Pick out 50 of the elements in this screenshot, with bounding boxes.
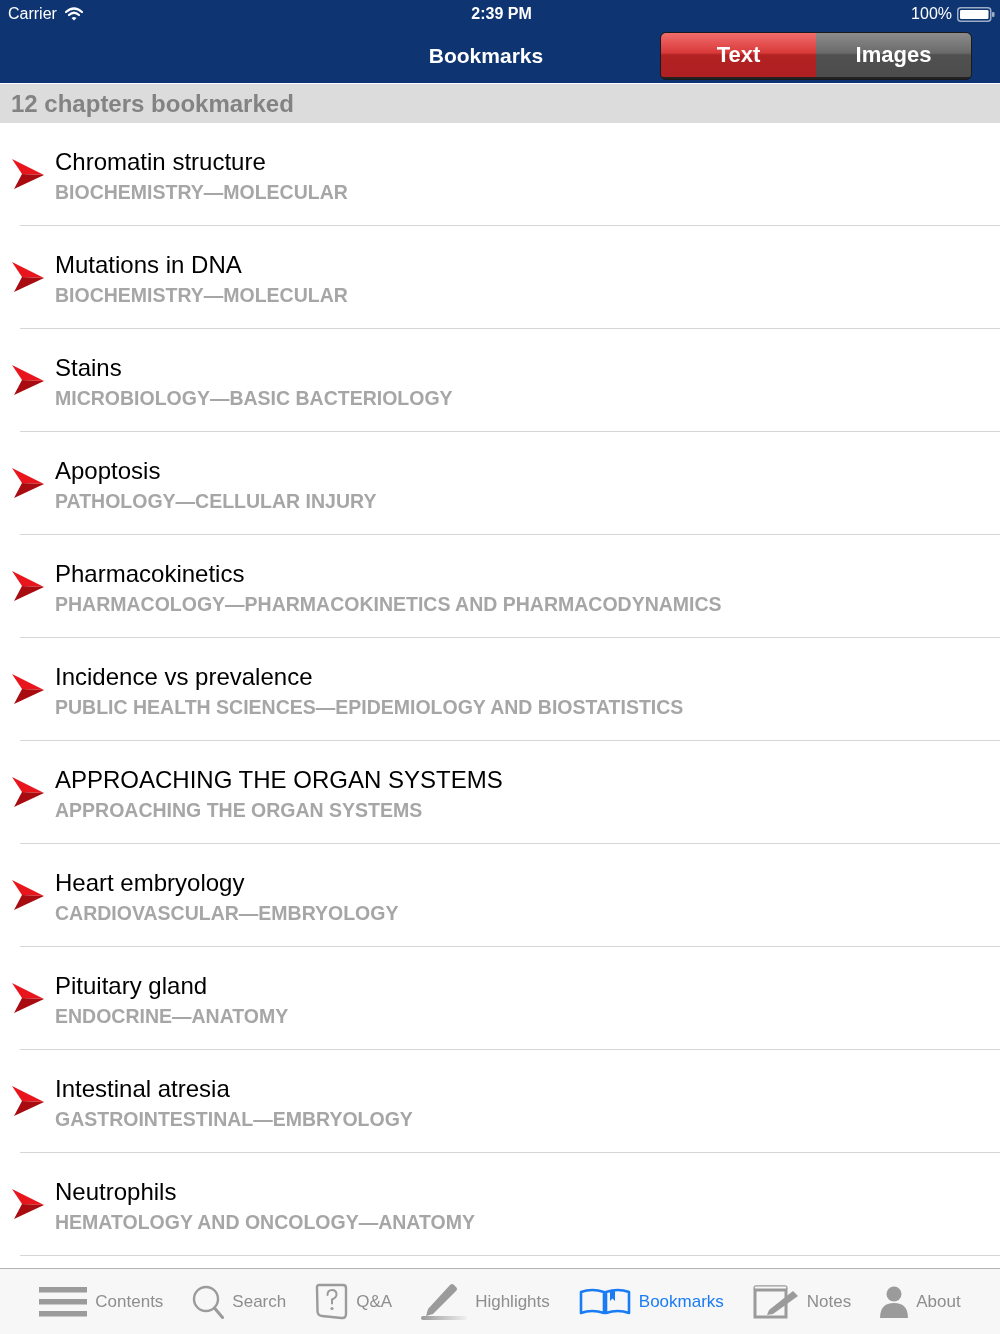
arrow-icon <box>12 982 44 1014</box>
bookmark-section: GASTROINTESTINAL—EMBRYOLOGY <box>55 1107 413 1131</box>
bookmark-title: Pharmacokinetics <box>55 560 245 588</box>
arrow-icon <box>12 673 44 705</box>
bookmark-section: BIOCHEMISTRY—MOLECULAR <box>55 180 348 204</box>
clock-time: 2:39 PM <box>471 5 532 23</box>
bookmark-section: PHARMACOLOGY—PHARMACOKINETICS AND PHARMACODYNAMICS <box>55 592 722 616</box>
bookmark-section: PUBLIC HEALTH SCIENCES—EPIDEMIOLOGY AND BIOSTATISTICS <box>55 695 684 719</box>
question-page-icon <box>315 1283 349 1320</box>
bookmark-title: Incidence vs prevalence <box>55 663 313 691</box>
bookmark-section: ENDOCRINE—ANATOMY <box>55 1004 289 1028</box>
notepad-pencil-icon <box>752 1284 799 1319</box>
bookmark-title: Apoptosis <box>55 457 161 485</box>
arrow-icon <box>12 879 44 911</box>
bookmark-count-text: 12 chapters bookmarked <box>11 89 294 118</box>
bookmark-title: Stains <box>55 354 122 382</box>
bookmark-title: APPROACHING THE ORGAN SYSTEMS <box>55 766 503 794</box>
wifi-icon <box>64 7 83 21</box>
search-icon <box>192 1284 225 1319</box>
bookmark-section: APPROACHING THE ORGAN SYSTEMS <box>55 798 423 822</box>
bookmark-section: BIOCHEMISTRY—MOLECULAR <box>55 283 348 307</box>
arrow-icon <box>12 776 44 808</box>
arrow-icon <box>12 158 44 190</box>
screen-title: Bookmarks <box>428 44 544 68</box>
battery-icon <box>957 6 995 22</box>
arrow-icon <box>12 467 44 499</box>
person-icon <box>880 1285 909 1318</box>
bookmark-section: MICROBIOLOGY—BASIC BACTERIOLOGY <box>55 386 453 410</box>
bookmark-title: Neutrophils <box>55 1178 177 1206</box>
segment-tab[interactable]: Text <box>661 33 816 77</box>
arrow-icon <box>12 364 44 396</box>
arrow-icon <box>12 570 44 602</box>
bookmark-section: PATHOLOGY—CELLULAR INJURY <box>55 489 377 513</box>
carrier-label: Carrier <box>8 5 57 23</box>
pencil-icon <box>421 1282 468 1321</box>
arrow-icon <box>12 261 44 293</box>
segment-tab[interactable]: Images <box>816 33 971 77</box>
bookmark-section: HEMATOLOGY AND ONCOLOGY—ANATOMY <box>55 1210 475 1234</box>
arrow-icon <box>12 1188 44 1220</box>
tab-bar-item[interactable]: Bookmarks <box>578 1288 724 1315</box>
bookmark-title: Heart embryology <box>55 869 245 897</box>
menu-icon <box>39 1286 88 1317</box>
bookmark-title: Chromatin structure <box>55 148 266 176</box>
bookmark-title: Intestinal atresia <box>55 1075 230 1103</box>
open-book-icon <box>578 1288 631 1315</box>
bookmark-title: Mutations in DNA <box>55 251 242 279</box>
battery-percent: 100% <box>911 5 952 23</box>
arrow-icon <box>12 1085 44 1117</box>
bookmark-section: CARDIOVASCULAR—EMBRYOLOGY <box>55 901 399 925</box>
bookmark-title: Pituitary gland <box>55 972 208 1000</box>
